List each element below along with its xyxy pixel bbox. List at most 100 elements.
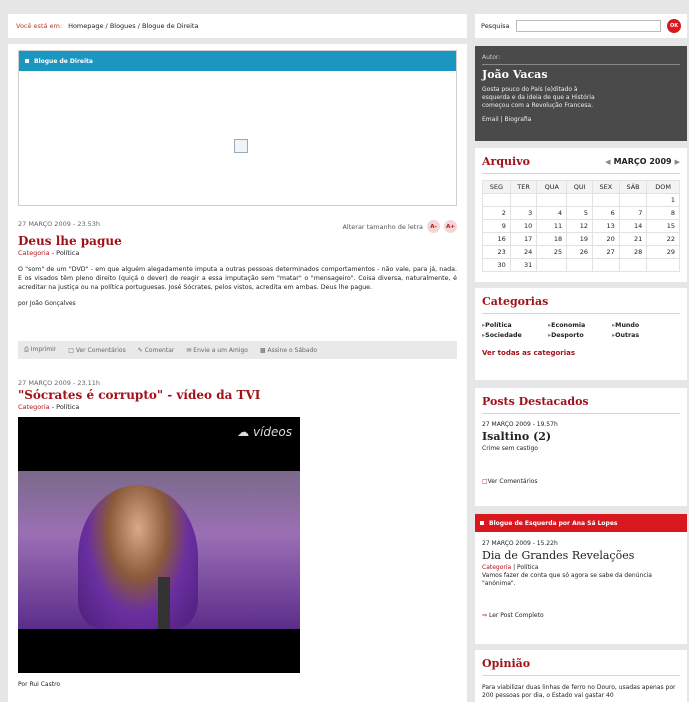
calendar-day[interactable]: 7 [618,206,648,220]
category-label: Categoria [18,249,50,257]
search-input[interactable] [515,20,661,32]
author-links[interactable]: Email | Biografia [482,116,680,123]
calendar-day[interactable]: 28 [618,245,648,259]
post-date: 27 MARÇO 2009 - 23.53h [18,220,101,228]
calendar-day[interactable]: 19 [566,232,594,246]
category-link[interactable]: Política [517,564,538,571]
calendar-day[interactable]: 17 [509,232,538,246]
category-item[interactable]: Sociedade [482,332,548,339]
post-header: 27 MARÇO 2009 - 23.53h Alterar tamanho d… [18,220,457,233]
category-item[interactable]: Mundo [612,322,678,329]
category-link[interactable]: Política [56,403,79,411]
calendar-day[interactable]: 30 [482,258,511,272]
post-category: Categoria - Política [18,249,80,257]
calendar-day[interactable]: 14 [618,219,648,233]
calendar-day[interactable]: 29 [646,245,680,259]
left-blog-category: Categoria | Política [482,564,539,571]
categories-box: Categorias Política Economia Mundo Socie… [475,288,687,380]
search-ok-button[interactable]: OK [667,19,681,33]
calendar-day[interactable]: 25 [536,245,568,259]
video-logo: ☁ vídeos [237,425,292,439]
calendar-day[interactable]: 4 [536,206,568,220]
calendar-day[interactable]: 15 [646,219,680,233]
category-item[interactable]: Economia [548,322,612,329]
calendar-day[interactable]: 13 [592,219,620,233]
next-month-icon[interactable]: ▶ [675,158,680,166]
category-item[interactable]: Outras [612,332,678,339]
divider [482,173,680,174]
category-item[interactable]: Desporto [548,332,612,339]
calendar-day[interactable]: 22 [646,232,680,246]
send-friend-button[interactable]: ✉ Envie a um Amigo [186,347,248,354]
font-increase-button[interactable]: A+ [444,220,457,233]
author-label: Autor: [482,54,501,61]
font-size-label: Alterar tamanho de letra [342,222,423,231]
read-full-post-label: Ler Post Completo [488,612,544,619]
category-link[interactable]: Política [56,249,79,257]
divider [482,313,680,314]
calendar-day[interactable]: 10 [509,219,538,233]
subscribe-button[interactable]: ▩ Assine o Sábado [260,347,317,354]
calendar-day[interactable]: 11 [536,219,568,233]
calendar-day[interactable]: 26 [566,245,594,259]
microphone-stand [158,577,170,629]
print-button[interactable]: ⎙ Imprimir [24,346,56,354]
calendar-day [509,193,538,207]
calendar-day [482,193,511,207]
calendar-day[interactable]: 23 [482,245,511,259]
categories-list: Política Economia Mundo Sociedade Despor… [482,322,680,339]
video-player[interactable]: ☁ vídeos [18,417,300,673]
calendar-week: 23 24 25 26 27 28 29 [482,245,680,259]
search-label: Pesquisa [481,22,510,30]
calendar-day[interactable]: 1 [646,193,680,207]
read-full-post-link[interactable]: ⇒ Ler Post Completo [482,612,680,619]
left-blog-title: Blogue de Esquerda por Ana Sá Lopes [489,519,618,527]
calendar-day[interactable]: 5 [566,206,594,220]
post-date: 27 MARÇO 2009 - 23.11h [18,379,101,387]
comment-button[interactable]: ✎ Comentar [138,347,175,354]
calendar-day[interactable]: 31 [509,258,538,272]
opinion-title: Opinião [482,657,531,670]
archive-box: Arquivo ◀ MARÇO 2009 ▶ SEG TER QUA QUI S… [475,148,687,282]
featured-comments-link[interactable]: □Ver Comentários [482,478,680,485]
calendar-day[interactable]: 18 [536,232,568,246]
prev-month-icon[interactable]: ◀ [605,158,610,166]
calendar-day[interactable]: 16 [482,232,511,246]
post-title[interactable]: Deus lhe pague [18,234,457,248]
calendar-day[interactable]: 21 [618,232,648,246]
calendar-day[interactable]: 8 [646,206,680,220]
month-label: MARÇO 2009 [613,157,672,166]
opinion-text: Para viabilizar duas linhas de ferro no … [482,684,676,699]
left-blog-post-title[interactable]: Dia de Grandes Revelações [482,549,680,562]
calendar-day[interactable]: 6 [592,206,620,220]
calendar-day [592,193,620,207]
category-item[interactable]: Política [482,322,548,329]
post-title[interactable]: "Sócrates é corrupto" - vídeo da TVI [18,388,457,402]
arrow-icon: ⇒ [482,612,488,619]
view-comments-button[interactable]: □ Ver Comentários [68,347,125,354]
calendar-day[interactable]: 24 [509,245,538,259]
calendar-day[interactable]: 2 [482,206,511,220]
font-decrease-button[interactable]: A- [427,220,440,233]
calendar-day[interactable]: 3 [509,206,538,220]
divider [482,64,680,65]
all-categories-link[interactable]: Ver todas as categorias [482,349,680,357]
calendar-day[interactable]: 20 [592,232,620,246]
post-author: por João Gonçalves [18,300,76,307]
print-label: Imprimir [30,346,57,353]
calendar-day[interactable]: 9 [482,219,511,233]
author-description: Gosta pouco do País (e)ditado à esquerda… [482,86,595,109]
category-label: Categoria [18,403,50,411]
calendar-week: 16 17 18 19 20 21 22 [482,232,680,246]
weekday-header: SEG [482,180,511,194]
calendar-day[interactable]: 12 [566,219,594,233]
weekday-header: QUA [536,180,568,194]
calendar-day [618,193,648,207]
breadcrumb-label: Você está em: [16,22,63,30]
left-blog-box: Blogue de Esquerda por Ana Sá Lopes 27 M… [475,514,687,644]
weekday-header: SÁB [618,180,648,194]
featured-post-title[interactable]: Isaltino (2) [482,430,680,443]
breadcrumb-path[interactable]: Homepage / Blogues / Blogue de Direita [68,22,198,30]
send-friend-label: Envie a um Amigo [193,346,248,354]
calendar-day[interactable]: 27 [592,245,620,259]
